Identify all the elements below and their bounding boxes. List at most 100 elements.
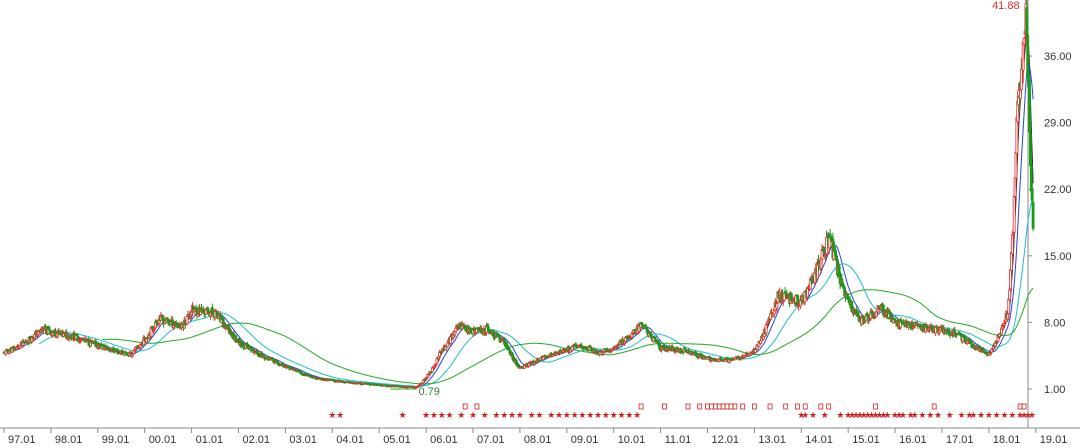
x-tick-label: 18.01 [993, 434, 1021, 446]
ma-line-short [7, 30, 1034, 388]
candle-body [1012, 196, 1016, 233]
axes [0, 0, 1080, 433]
peak-value-label: 41.88 [992, 0, 1020, 12]
candle-body [1026, 34, 1030, 78]
candle-body [1030, 188, 1034, 201]
candle-body [526, 365, 530, 368]
y-tick-label: 36.00 [1044, 51, 1072, 63]
star-marker: ★ [1028, 411, 1036, 421]
star-marker: ★ [457, 411, 465, 421]
star-marker: ★ [469, 411, 477, 421]
candle-body [969, 340, 973, 343]
candle-body [630, 333, 634, 338]
candle-body [1028, 78, 1031, 133]
x-tick-label: 19.01 [1040, 434, 1068, 446]
candle-body [783, 291, 787, 294]
r-marker [705, 403, 710, 410]
candle-body [138, 344, 142, 348]
x-tick-label: 16.01 [899, 434, 927, 446]
x-tick-label: 07.01 [477, 434, 505, 446]
candle-body [1022, 38, 1026, 45]
r-marker [826, 403, 832, 410]
x-tick-label: 13.01 [758, 434, 786, 446]
y-tick-label: 22.00 [1044, 184, 1072, 196]
r-marker [783, 403, 789, 410]
candle-body [1031, 202, 1035, 229]
candle-body [764, 324, 768, 334]
x-tick-label: 08.01 [524, 434, 552, 446]
candle-body [48, 330, 52, 334]
x-tick-label: 09.01 [571, 434, 599, 446]
y-tick-label: 1.00 [1044, 384, 1065, 396]
x-tick-label: 12.01 [712, 434, 740, 446]
star-marker: ★ [934, 411, 942, 421]
x-tick-label: 10.01 [618, 434, 646, 446]
x-tick-label: 99.01 [102, 434, 130, 446]
x-tick-label: 98.01 [55, 434, 83, 446]
moving-average-lines [7, 30, 1034, 388]
candle-body [993, 342, 997, 347]
r-marker [1017, 403, 1023, 410]
r-marker [740, 403, 746, 410]
r-marker [462, 403, 468, 410]
x-tick-label: 04.01 [336, 434, 364, 446]
r-marker [931, 403, 937, 410]
star-marker: ★ [399, 411, 407, 421]
x-tick-label: 02.01 [243, 434, 271, 446]
r-marker [794, 403, 800, 410]
signal-markers: ★ ★ ★ ★ ★ ★ ★ ★ ★ ★ ★ ★ ★ ★ ★ ★ ★ ★ ★ ★ ★ ★ ★ ★ ★ ★ ★ ★ ★★ ★ ★ ★ ★★★★★★★… [328, 403, 1036, 421]
x-tick-label: 03.01 [289, 434, 317, 446]
candle-body [990, 348, 994, 353]
r-marker [724, 403, 730, 410]
star-marker: ★ [481, 411, 489, 421]
x-tick-label: 15.01 [852, 434, 880, 446]
candle-body [1019, 68, 1023, 91]
r-marker [709, 403, 714, 410]
r-marker [638, 403, 644, 410]
star-marker: ★ [809, 411, 817, 421]
candle-body [532, 362, 536, 365]
r-marker [662, 403, 667, 410]
r-marker [873, 403, 878, 410]
x-tick-label: 06.01 [430, 434, 458, 446]
r-marker [728, 403, 734, 410]
star-marker: ★ [446, 411, 454, 421]
y-tick-label: 15.00 [1044, 251, 1072, 263]
r-marker [752, 403, 757, 410]
r-marker [732, 403, 738, 410]
x-tick-label: 11.01 [665, 434, 692, 446]
candle-body [185, 316, 189, 325]
r-marker [685, 403, 691, 410]
x-tick-label: 14.01 [805, 434, 833, 446]
x-tick-label: 97.01 [8, 434, 36, 446]
r-marker [474, 403, 480, 410]
x-tick-label: 17.01 [946, 434, 974, 446]
r-marker [1021, 403, 1027, 410]
r-marker [720, 403, 726, 410]
candle-body [936, 326, 939, 329]
star-marker: ★ [821, 411, 829, 421]
ma-line-longest [102, 287, 1034, 385]
tick-labels: 1.00 8.00 15.00 22.00 29.00 36.00 97.01 98.01 99… [8, 0, 1072, 446]
r-marker [716, 403, 722, 410]
r-marker [767, 403, 773, 410]
candle-body [206, 307, 210, 311]
candle-body [615, 345, 619, 348]
candle-body [822, 246, 826, 253]
r-marker [697, 403, 703, 410]
star-marker: ★ [336, 411, 344, 421]
candlestick-chart: ★ ★ ★ ★ ★ ★ ★ ★ ★ ★ ★ ★ ★ ★ ★ ★ ★ ★ ★ ★ ★ ★ ★ ★ ★ ★ ★ ★ ★★ ★ ★ ★ ★★★★★★★… [0, 0, 1080, 446]
star-marker: ★ [516, 411, 524, 421]
candle-body [79, 340, 83, 342]
r-marker [802, 403, 808, 410]
candle-body [15, 347, 19, 350]
candle-body [657, 341, 661, 346]
star-marker: ★ [633, 411, 641, 421]
candle-body [432, 366, 436, 369]
star-marker: ★ [535, 411, 543, 421]
r-marker [712, 403, 718, 410]
y-tick-label: 29.00 [1044, 118, 1072, 130]
low-value-label: 0.79 [418, 386, 439, 398]
ma-line-mid [14, 62, 1034, 388]
r-marker [818, 403, 824, 410]
